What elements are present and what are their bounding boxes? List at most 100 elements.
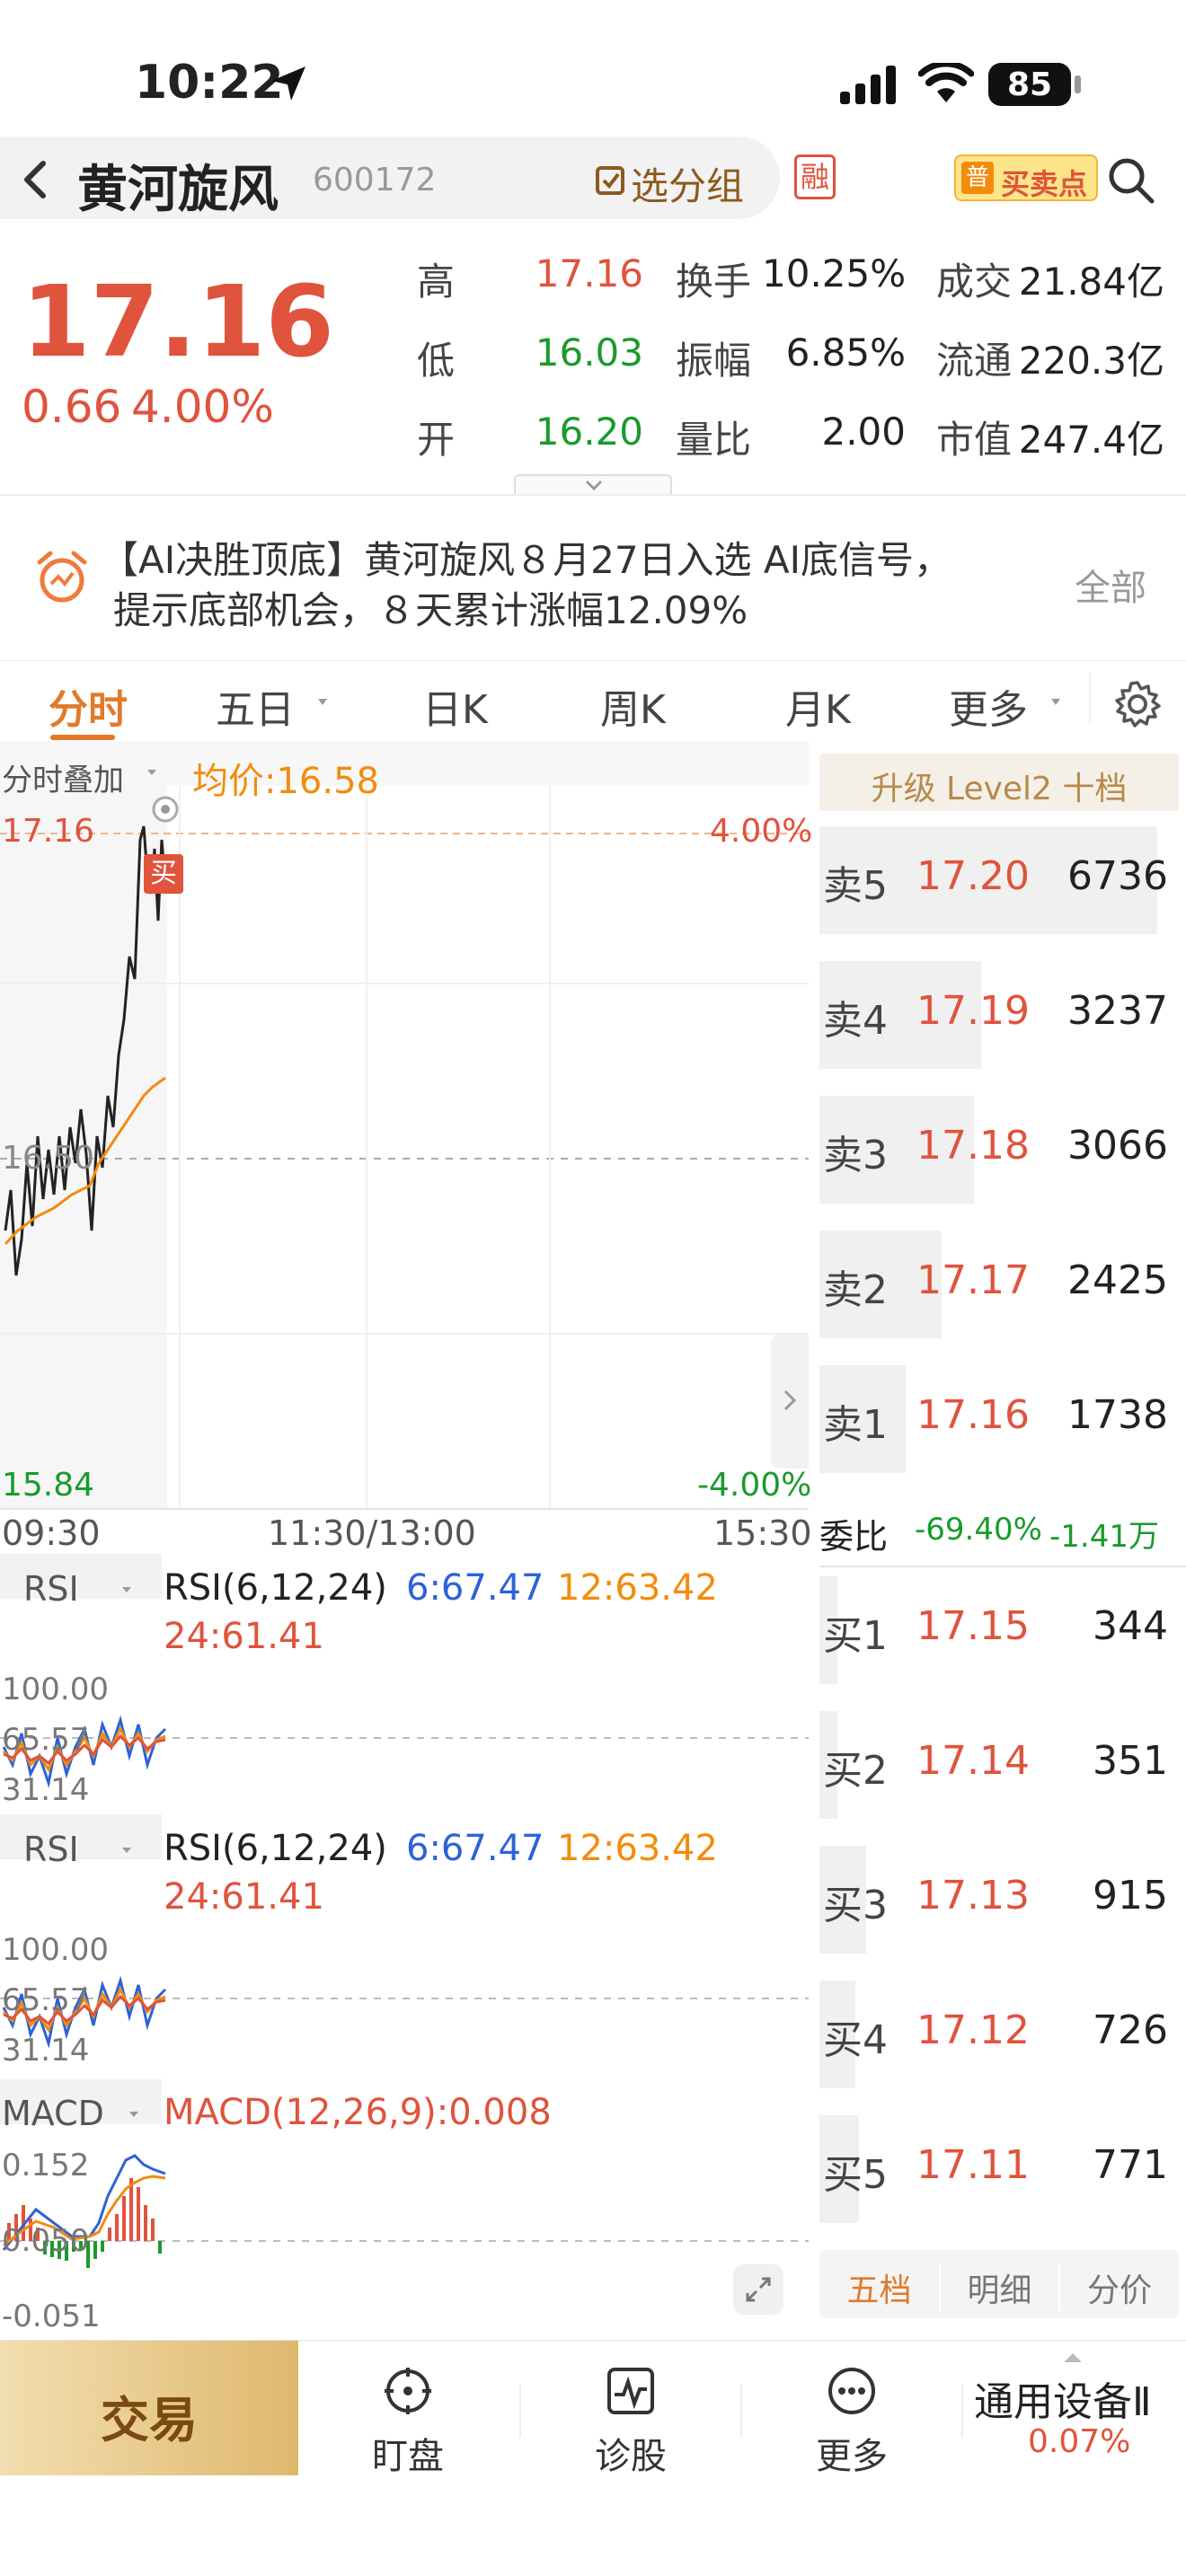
ask-price: 17.20 — [916, 853, 1030, 899]
order-ratio-pct: -69.40% — [915, 1512, 1042, 1548]
rsi2-title: RSI(6,12,24) — [164, 1828, 387, 1869]
macd-level-mid: 0.050 — [2, 2223, 90, 2259]
bid-price: 17.15 — [916, 1603, 1030, 1649]
bid-row[interactable]: 买3 17.13 915 — [809, 1846, 1186, 1954]
level2-upgrade-label: 升级 Level2 十档 — [871, 771, 1128, 807]
ask-volume: 2425 — [1067, 1257, 1168, 1303]
fullscreen-button[interactable] — [733, 2264, 783, 2315]
watch-label: 盯盘 — [372, 2436, 444, 2477]
ask-row[interactable]: 卖5 17.20 6736 — [809, 826, 1186, 934]
ask-price: 17.18 — [916, 1123, 1030, 1169]
tab-monthly-k[interactable]: 月K — [785, 677, 851, 735]
bid-volume: 915 — [1093, 1873, 1168, 1919]
wifi-icon — [918, 63, 974, 102]
volume-ratio-value: 2.00 — [821, 410, 906, 454]
rsi2-tab[interactable]: RSI — [23, 1830, 79, 1869]
macd-tab[interactable]: MACD — [2, 2094, 104, 2133]
trade-button[interactable]: 交易 — [0, 2341, 298, 2475]
chevron-down-icon — [585, 480, 603, 491]
stock-code: 600172 — [313, 162, 437, 198]
caret-down-icon — [129, 2112, 138, 2117]
order-ratio-label: 委比 — [819, 1517, 889, 1557]
bid-price: 17.12 — [916, 2007, 1030, 2053]
trade-label: 交易 — [101, 2392, 198, 2448]
bid-row[interactable]: 买2 17.14 351 — [809, 1711, 1186, 1819]
bid-volume: 344 — [1093, 1603, 1168, 1649]
bid-row[interactable]: 买5 17.11 771 — [809, 2115, 1186, 2223]
pct-top-label: 4.00% — [710, 813, 813, 850]
rsi1-value-24: 24:61.41 — [164, 1616, 324, 1657]
more-label: 更多 — [816, 2436, 888, 2477]
back-icon[interactable] — [18, 158, 54, 201]
bid-level-label: 买5 — [823, 2152, 888, 2198]
time-end: 15:30 — [713, 1513, 812, 1553]
expand-handle[interactable] — [514, 474, 672, 494]
turnover-value: 10.25% — [762, 251, 907, 296]
book-tabs: 五档 明细 分价 — [819, 2250, 1179, 2318]
clock: 10:22 — [135, 56, 284, 110]
open-label: 开 — [417, 418, 456, 462]
expand-icon — [746, 2277, 771, 2302]
settings-gear-icon[interactable] — [1112, 679, 1163, 729]
tab-price-distribution[interactable]: 分价 — [1058, 2264, 1179, 2311]
bid-row[interactable]: 买4 17.12 726 — [809, 1981, 1186, 2088]
search-icon[interactable] — [1107, 156, 1155, 205]
tab-intraday[interactable]: 分时 — [49, 677, 128, 735]
caret-down-icon — [318, 699, 327, 705]
deal-label: 成交 — [936, 260, 1013, 304]
tab-more[interactable]: 更多 — [949, 677, 1028, 735]
tab-weekly-k[interactable]: 周K — [600, 677, 666, 735]
pin-icon[interactable] — [147, 795, 183, 831]
tab-five-level[interactable]: 五档 — [819, 2264, 939, 2311]
buy-marker[interactable]: 买 — [144, 854, 183, 894]
volume-ratio-label: 量比 — [676, 418, 752, 462]
bid-level-label: 买3 — [823, 1883, 888, 1928]
ask-volume: 3237 — [1067, 988, 1168, 1034]
sector-button[interactable]: 通用设备Ⅱ 0.07% — [967, 2348, 1182, 2474]
ask-level-label: 卖4 — [823, 998, 888, 1044]
tab-five-day[interactable]: 五日 — [216, 677, 295, 735]
price-change: 0.66 — [22, 381, 122, 433]
rsi1-tab[interactable]: RSI — [23, 1569, 79, 1609]
signal-icon — [840, 66, 896, 104]
ask-level-label: 卖2 — [823, 1267, 888, 1313]
rsi2-value-6: 6:67.47 — [406, 1828, 544, 1869]
status-bar: 10:22 85 — [0, 0, 1186, 135]
average-price-label: 均价:16.58 — [192, 761, 379, 802]
margin-badge[interactable]: 融 — [794, 154, 836, 199]
time-mid: 11:30/13:00 — [268, 1513, 476, 1553]
float-label: 流通 — [936, 339, 1013, 383]
ask-row[interactable]: 卖1 17.16 1738 — [809, 1365, 1186, 1473]
ask-row[interactable]: 卖4 17.19 3237 — [809, 961, 1186, 1069]
ai-signal-banner[interactable]: 【AI决胜顶底】黄河旋风８月27日入选 AI底信号， 提示底部机会，８天累计涨幅… — [0, 512, 1186, 647]
caret-down-icon — [1051, 699, 1060, 705]
collapse-panel-handle[interactable] — [771, 1334, 809, 1469]
quote-panel: 17.16 0.66 4.00% 高 17.16 低 16.03 开 16.20… — [0, 225, 1186, 494]
float-value: 220.3亿 — [1018, 339, 1164, 383]
ai-all-link[interactable]: 全部 — [1075, 559, 1146, 611]
buy-sell-point-button[interactable]: 普 买卖点 — [954, 154, 1098, 201]
price-top-label: 17.16 — [2, 813, 95, 850]
last-price: 17.16 — [22, 264, 334, 379]
ask-volume: 6736 — [1067, 853, 1168, 899]
location-arrow-icon — [271, 66, 305, 101]
open-value: 16.20 — [535, 410, 643, 454]
pct-bottom-label: -4.00% — [697, 1467, 812, 1504]
bid-row[interactable]: 买1 17.15 344 — [809, 1576, 1186, 1684]
nav-bar: 黄河旋风 600172 选分组 融 普 买卖点 — [0, 135, 1186, 225]
level2-upgrade-button[interactable]: 升级 Level2 十档 — [819, 754, 1179, 811]
more-button[interactable]: 更多 — [780, 2366, 924, 2479]
tab-detail[interactable]: 明细 — [939, 2264, 1058, 2311]
price-mid-label: 16.50 — [2, 1140, 95, 1177]
ask-volume: 3066 — [1067, 1123, 1168, 1169]
tab-daily-k[interactable]: 日K — [422, 677, 488, 735]
ask-row[interactable]: 卖2 17.17 2425 — [809, 1231, 1186, 1338]
watch-button[interactable]: 盯盘 — [336, 2366, 480, 2479]
intraday-chart-area[interactable]: 分时叠加 均价:16.58 17.16 4.00% 16.50 15.84 -4… — [0, 741, 813, 2340]
overlay-toggle[interactable]: 分时叠加 — [2, 755, 124, 799]
high-value: 17.16 — [535, 251, 643, 296]
rsi2-value-12: 12:63.42 — [557, 1828, 718, 1869]
ask-row[interactable]: 卖3 17.18 3066 — [809, 1096, 1186, 1204]
checkbox-icon — [596, 166, 624, 195]
diagnose-button[interactable]: 诊股 — [559, 2366, 703, 2479]
